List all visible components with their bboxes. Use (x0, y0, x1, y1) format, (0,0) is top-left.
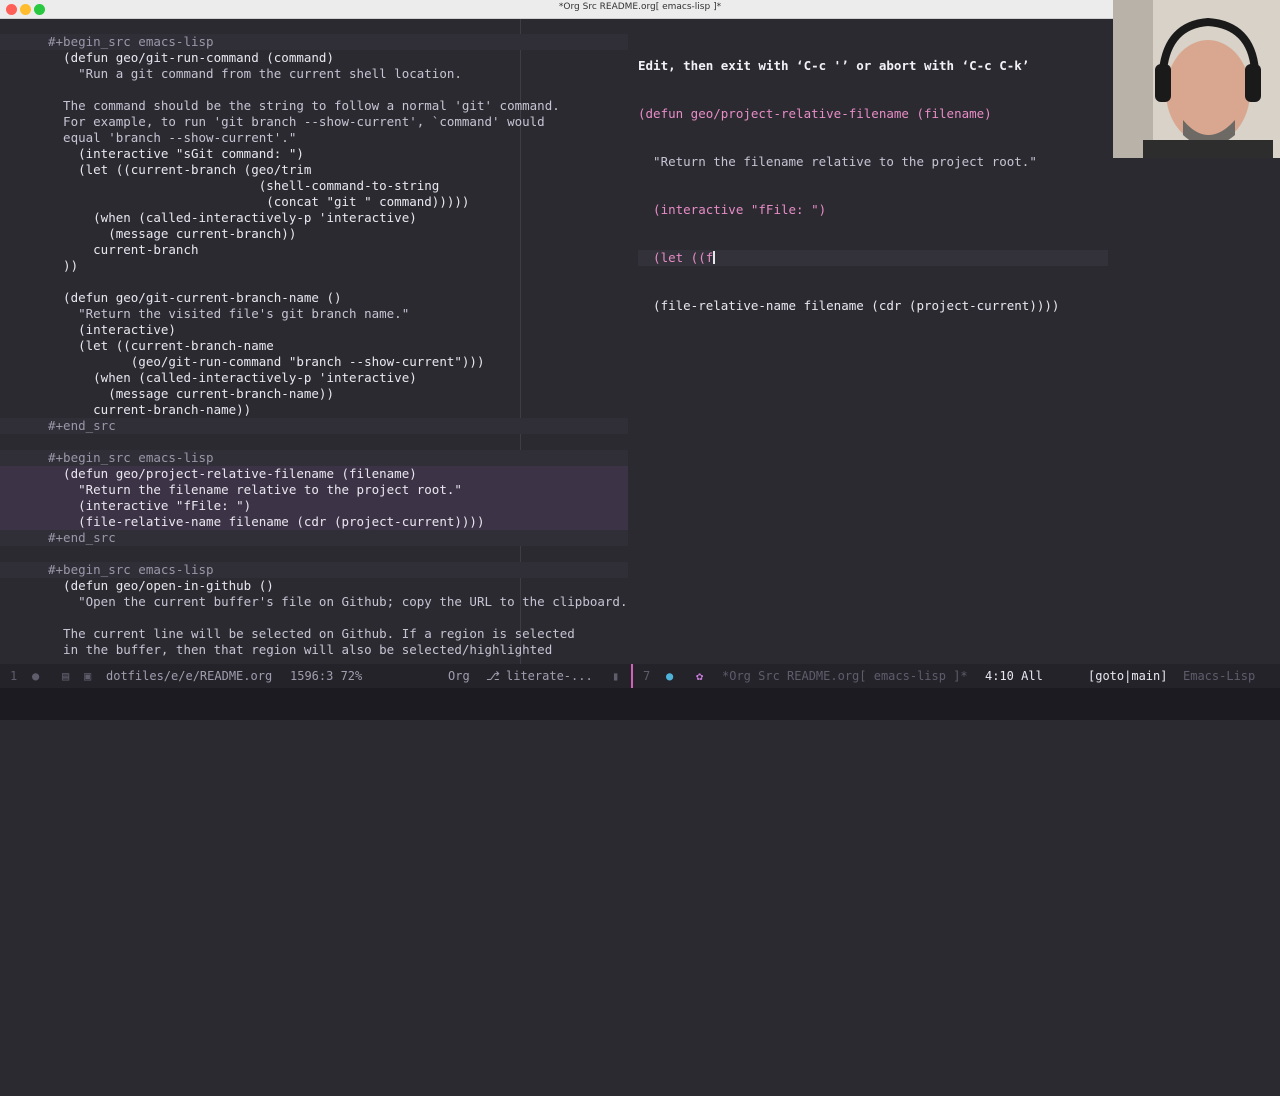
code-line[interactable] (48, 434, 628, 450)
code-line[interactable]: (interactive "sGit command: ") (48, 146, 628, 162)
code-line[interactable]: (file-relative-name filename (cdr (proje… (0, 514, 628, 530)
src-line-4-current[interactable]: (let ((f (638, 250, 1108, 266)
buffer-menu-icon[interactable]: ▤ (62, 664, 69, 688)
modeline-branch[interactable]: literate-... (506, 664, 593, 688)
code-line[interactable]: "Return the filename relative to the pro… (0, 482, 628, 498)
code-line[interactable]: (message current-branch-name)) (48, 386, 628, 402)
emacs-logo-icon: ✿ (696, 669, 704, 683)
src-line-1-text: (defun geo/project-relative-filename (fi… (638, 106, 992, 121)
buffer-icon: ▮ (612, 669, 620, 683)
modeline-major-mode[interactable]: Org (448, 664, 470, 688)
code-line[interactable]: current-branch-name)) (48, 402, 628, 418)
code-line[interactable]: The current line will be selected on Git… (48, 626, 628, 642)
code-line[interactable]: "Open the current buffer's file on Githu… (48, 594, 628, 610)
modeline-file-name[interactable]: dotfiles/e/e/README.org (106, 664, 272, 688)
code-line[interactable]: )) (48, 258, 628, 274)
text-cursor (713, 251, 716, 264)
code-line[interactable]: (defun geo/project-relative-filename (fi… (0, 466, 628, 482)
code-line[interactable]: #+begin_src emacs-lisp (0, 450, 628, 466)
code-line[interactable]: (defun geo/git-current-branch-name () (48, 290, 628, 306)
src-line-4-text: (let ((f (638, 250, 714, 265)
modeline-buffer-name[interactable]: *Org Src README.org[ emacs-lisp ]* (722, 664, 968, 688)
code-line[interactable] (48, 610, 628, 626)
code-line[interactable]: For example, to run 'git branch --show-c… (48, 114, 628, 130)
code-line[interactable]: (let ((current-branch-name (48, 338, 628, 354)
right-window-number: 7 (643, 669, 651, 683)
window-titlebar: *Org Src README.org[ emacs-lisp ]* (0, 0, 1280, 19)
code-line[interactable]: #+begin_src emacs-lisp (0, 562, 628, 578)
code-line[interactable]: current-branch (48, 242, 628, 258)
code-line[interactable]: "Return the visited file's git branch na… (48, 306, 628, 322)
code-line[interactable]: in the buffer, then that region will als… (48, 642, 628, 658)
code-line[interactable]: (concat "git " command))))) (48, 194, 628, 210)
code-line[interactable]: The command should be the string to foll… (48, 98, 628, 114)
mode-line: 1 ● ▤ ▣ dotfiles/e/e/README.org 1596:3 7… (0, 664, 1280, 688)
modeline-position: 1596:3 72% (290, 669, 363, 683)
save-icon[interactable]: ▣ (84, 664, 91, 688)
code-line[interactable]: (when (called-interactively-p 'interacti… (48, 370, 628, 386)
code-line[interactable]: (defun geo/git-run-command (command) (48, 50, 628, 66)
code-line[interactable] (48, 82, 628, 98)
left-code-buffer[interactable]: #+begin_src emacs-lisp (defun geo/git-ru… (0, 34, 628, 658)
code-line[interactable]: (let ((current-branch (geo/trim (48, 162, 628, 178)
webcam-overlay (1113, 0, 1280, 158)
code-line[interactable]: (geo/git-run-command "branch --show-curr… (48, 354, 628, 370)
modeline-right-position: 4:10 All (985, 669, 1043, 683)
code-line[interactable]: (interactive "fFile: ") (0, 498, 628, 514)
code-line[interactable] (48, 274, 628, 290)
minibuffer[interactable] (0, 688, 1280, 720)
code-line[interactable] (48, 546, 628, 562)
modeline-git-status[interactable]: [goto|main] (1088, 664, 1167, 688)
status-dot-icon: ● (32, 669, 40, 683)
person-webcam-image (1113, 0, 1280, 158)
active-window-separator (631, 664, 633, 688)
code-line[interactable]: (defun geo/open-in-github () (48, 578, 628, 594)
code-line[interactable]: #+begin_src emacs-lisp (0, 34, 628, 50)
code-line[interactable]: #+end_src (0, 418, 628, 434)
code-line[interactable]: (interactive) (48, 322, 628, 338)
code-line[interactable]: #+end_src (0, 530, 628, 546)
status-circle-icon: ● (666, 669, 674, 683)
src-line-3[interactable]: (interactive "fFile: ") (638, 202, 1278, 218)
code-line[interactable]: (when (called-interactively-p 'interacti… (48, 210, 628, 226)
line-number-indicator: 1 (10, 669, 18, 683)
window-title: *Org Src README.org[ emacs-lisp ]* (558, 2, 722, 12)
branch-icon: ⎇ (486, 669, 500, 683)
code-line[interactable]: "Run a git command from the current shel… (48, 66, 628, 82)
src-line-5[interactable]: (file-relative-name filename (cdr (proje… (638, 298, 1278, 314)
code-line[interactable]: (shell-command-to-string (48, 178, 628, 194)
code-line[interactable]: equal 'branch --show-current'." (48, 130, 628, 146)
modeline-right-mode[interactable]: Emacs-Lisp (1183, 664, 1255, 688)
code-line[interactable]: (message current-branch)) (48, 226, 628, 242)
